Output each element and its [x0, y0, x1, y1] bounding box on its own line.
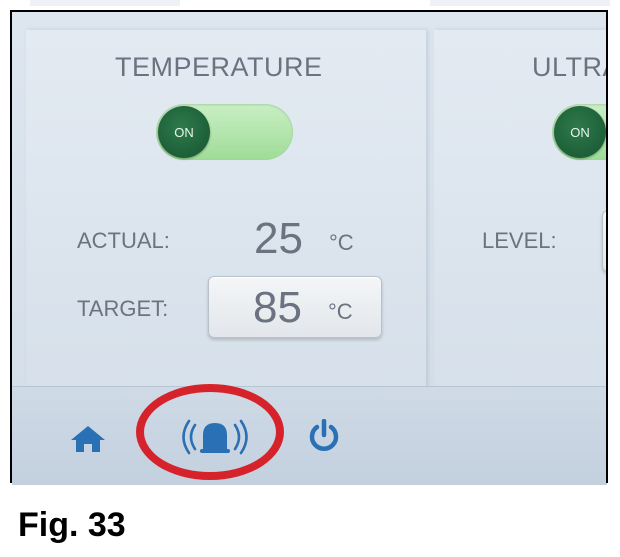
figure-frame [10, 10, 608, 483]
top-strip [0, 0, 620, 10]
highlight-circle [136, 384, 284, 480]
top-tab [30, 0, 180, 6]
top-tab [430, 0, 610, 6]
figure-caption: Fig. 33 [18, 506, 126, 544]
